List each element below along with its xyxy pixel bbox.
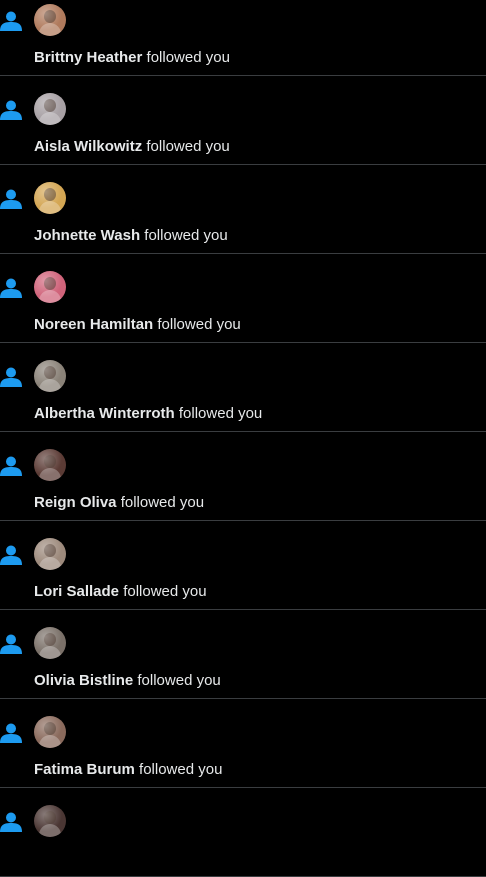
avatar[interactable] <box>34 271 66 303</box>
notification-text: Noreen Hamiltan followed you <box>34 316 241 334</box>
notification-text: Aisla Wilkowitz followed you <box>34 138 230 156</box>
notification-text: Brittny Heather followed you <box>34 49 230 67</box>
follow-notification[interactable]: Aisla Wilkowitz followed you <box>0 76 486 165</box>
person-follow-icon <box>0 634 22 654</box>
user-name-link[interactable]: Noreen Hamiltan <box>34 316 153 333</box>
avatar[interactable] <box>34 93 66 125</box>
notification-action: followed you <box>146 49 230 66</box>
person-follow-icon <box>0 812 22 832</box>
user-name-link[interactable]: Olivia Bistline <box>34 672 133 689</box>
user-name-link[interactable]: Albertha Winterroth <box>34 405 175 422</box>
person-follow-icon <box>0 100 22 120</box>
user-name-link[interactable]: Fatima Burum <box>34 761 135 778</box>
notification-text: Reign Oliva followed you <box>34 494 204 512</box>
person-follow-icon <box>0 367 22 387</box>
follow-notification[interactable]: Fatima Burum followed you <box>0 699 486 788</box>
person-follow-icon <box>0 545 22 565</box>
notification-action: followed you <box>120 494 205 511</box>
avatar[interactable] <box>34 360 66 392</box>
follow-notification[interactable]: Lori Sallade followed you <box>0 521 486 610</box>
notification-text: Albertha Winterroth followed you <box>34 405 262 423</box>
follow-notification[interactable]: Johnette Wash followed you <box>0 165 486 254</box>
person-follow-icon <box>0 11 22 31</box>
notification-action: followed you <box>137 672 221 689</box>
avatar[interactable] <box>34 449 66 481</box>
follow-notification[interactable]: Noreen Hamiltan followed you <box>0 254 486 343</box>
follow-notification[interactable]: Olivia Bistline followed you <box>0 610 486 699</box>
notifications-feed: Brittny Heather followed you Aisla Wilko… <box>0 0 486 877</box>
user-name-link[interactable]: Lori Sallade <box>34 583 119 600</box>
person-follow-icon <box>0 278 22 298</box>
person-follow-icon <box>0 189 22 209</box>
follow-notification[interactable]: Albertha Winterroth followed you <box>0 343 486 432</box>
user-name-link[interactable]: Brittny Heather <box>34 49 142 66</box>
avatar[interactable] <box>34 716 66 748</box>
notification-text: Johnette Wash followed you <box>34 227 228 245</box>
user-name-link[interactable]: Aisla Wilkowitz <box>34 138 142 155</box>
notification-text: Fatima Burum followed you <box>34 761 222 779</box>
notification-action: followed you <box>178 405 263 422</box>
user-name-link[interactable]: Reign Oliva <box>34 494 117 511</box>
avatar[interactable] <box>34 627 66 659</box>
notification-action: followed you <box>144 227 228 244</box>
person-follow-icon <box>0 456 22 476</box>
notification-action: followed you <box>123 583 207 600</box>
notification-text: Olivia Bistline followed you <box>34 672 221 690</box>
follow-notification[interactable]: Reign Oliva followed you <box>0 432 486 521</box>
user-name-link[interactable]: Johnette Wash <box>34 227 140 244</box>
notification-text: Lori Sallade followed you <box>34 583 207 601</box>
follow-notification[interactable]: Brittny Heather followed you <box>0 0 486 76</box>
avatar[interactable] <box>34 805 66 837</box>
avatar[interactable] <box>34 538 66 570</box>
avatar[interactable] <box>34 182 66 214</box>
notification-action: followed you <box>157 316 241 333</box>
notification-action: followed you <box>139 761 223 778</box>
follow-notification[interactable] <box>0 788 486 877</box>
person-follow-icon <box>0 723 22 743</box>
avatar[interactable] <box>34 4 66 36</box>
notification-action: followed you <box>146 138 230 155</box>
